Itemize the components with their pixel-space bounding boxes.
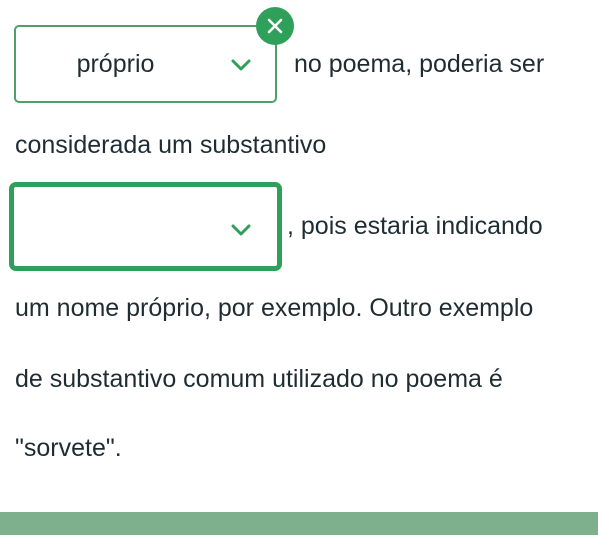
chevron-down-icon	[231, 59, 251, 71]
passage-line-5: de substantivo comum utilizado no poema …	[15, 365, 503, 393]
dropdown-1-selected-value: próprio	[76, 49, 155, 78]
close-icon	[267, 18, 283, 34]
chevron-down-icon	[231, 224, 251, 236]
clear-selection-button[interactable]	[256, 7, 294, 45]
passage-line-1: no poema, poderia ser	[294, 50, 545, 78]
footer-bar	[0, 512, 598, 535]
passage-line-4: um nome próprio, por exemplo. Outro exem…	[15, 294, 534, 322]
passage-line-6: "sorvete".	[15, 434, 122, 462]
passage-line-2: considerada um substantivo	[15, 131, 327, 159]
word-class-dropdown-2[interactable]	[9, 182, 282, 271]
dropdown-2-selected-value	[14, 187, 217, 266]
passage-line-3: , pois estaria indicando	[287, 212, 543, 240]
word-class-dropdown-1[interactable]: próprio	[14, 25, 277, 103]
